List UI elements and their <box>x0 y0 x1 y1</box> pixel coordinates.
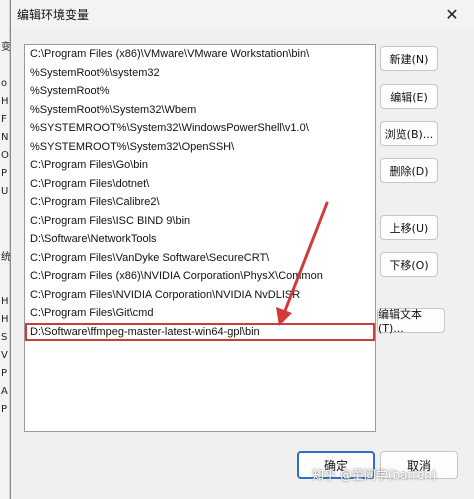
list-item[interactable]: D:\Software\NetworkTools <box>25 230 375 249</box>
bg-char: P <box>1 368 8 379</box>
new-button[interactable]: 新建(N) <box>380 46 438 71</box>
bg-char: N <box>1 132 9 143</box>
list-item[interactable]: C:\Program Files\NVIDIA Corporation\NVID… <box>25 286 375 305</box>
list-item[interactable]: %SystemRoot% <box>25 82 375 101</box>
edit-button[interactable]: 编辑(E) <box>380 84 438 109</box>
delete-button[interactable]: 删除(D) <box>380 158 438 183</box>
list-item-selected[interactable]: D:\Software\ffmpeg-master-latest-win64-g… <box>25 322 375 341</box>
dialog-title: 编辑环境变量 <box>17 7 90 22</box>
bg-char: H <box>1 96 9 107</box>
close-button[interactable]: ✕ <box>430 0 474 28</box>
list-item[interactable]: C:\Program Files\ISC BIND 9\bin <box>25 212 375 231</box>
path-list[interactable]: C:\Program Files (x86)\VMware\VMware Wor… <box>24 44 376 432</box>
background-window-strip: 变 o H F N O P U 统 H H S V P A P <box>0 0 11 499</box>
list-item[interactable]: C:\Program Files (x86)\NVIDIA Corporatio… <box>25 267 375 286</box>
list-item[interactable]: %SystemRoot%\System32\Wbem <box>25 101 375 120</box>
edit-text-button[interactable]: 编辑文本(T)... <box>377 308 445 335</box>
close-icon: ✕ <box>445 4 459 24</box>
list-item[interactable]: C:\Program Files (x86)\VMware\VMware Wor… <box>25 45 375 64</box>
bg-char: H <box>1 296 9 307</box>
bg-char: P <box>1 404 8 415</box>
list-item[interactable]: C:\Program Files\dotnet\ <box>25 175 375 194</box>
browse-button[interactable]: 浏览(B)... <box>380 121 438 146</box>
edit-env-var-dialog: 编辑环境变量 ✕ C:\Program Files (x86)\VMware\V… <box>10 0 474 499</box>
bg-char: H <box>1 314 9 325</box>
bg-char: o <box>1 78 8 89</box>
bg-char: V <box>1 350 8 361</box>
bg-char: O <box>1 150 9 161</box>
list-item[interactable]: C:\Program Files\Go\bin <box>25 156 375 175</box>
list-item[interactable]: C:\Program Files\VanDyke Software\Secure… <box>25 249 375 268</box>
move-up-button[interactable]: 上移(U) <box>380 215 438 240</box>
bg-char: F <box>1 114 7 125</box>
watermark: 知乎 @董同学(barren) <box>312 468 437 482</box>
bg-char: A <box>1 386 8 397</box>
bg-char: U <box>1 186 9 197</box>
list-item[interactable]: %SYSTEMROOT%\System32\WindowsPowerShell\… <box>25 119 375 138</box>
list-item[interactable]: %SYSTEMROOT%\System32\OpenSSH\ <box>25 138 375 157</box>
bg-char: P <box>1 168 8 179</box>
list-item[interactable]: %SystemRoot%\system32 <box>25 64 375 83</box>
bg-char: S <box>1 332 8 343</box>
move-down-button[interactable]: 下移(O) <box>380 252 438 277</box>
list-item[interactable]: C:\Program Files\Calibre2\ <box>25 193 375 212</box>
list-item[interactable]: C:\Program Files\Git\cmd <box>25 304 375 323</box>
title-bar[interactable]: 编辑环境变量 ✕ <box>11 0 474 28</box>
